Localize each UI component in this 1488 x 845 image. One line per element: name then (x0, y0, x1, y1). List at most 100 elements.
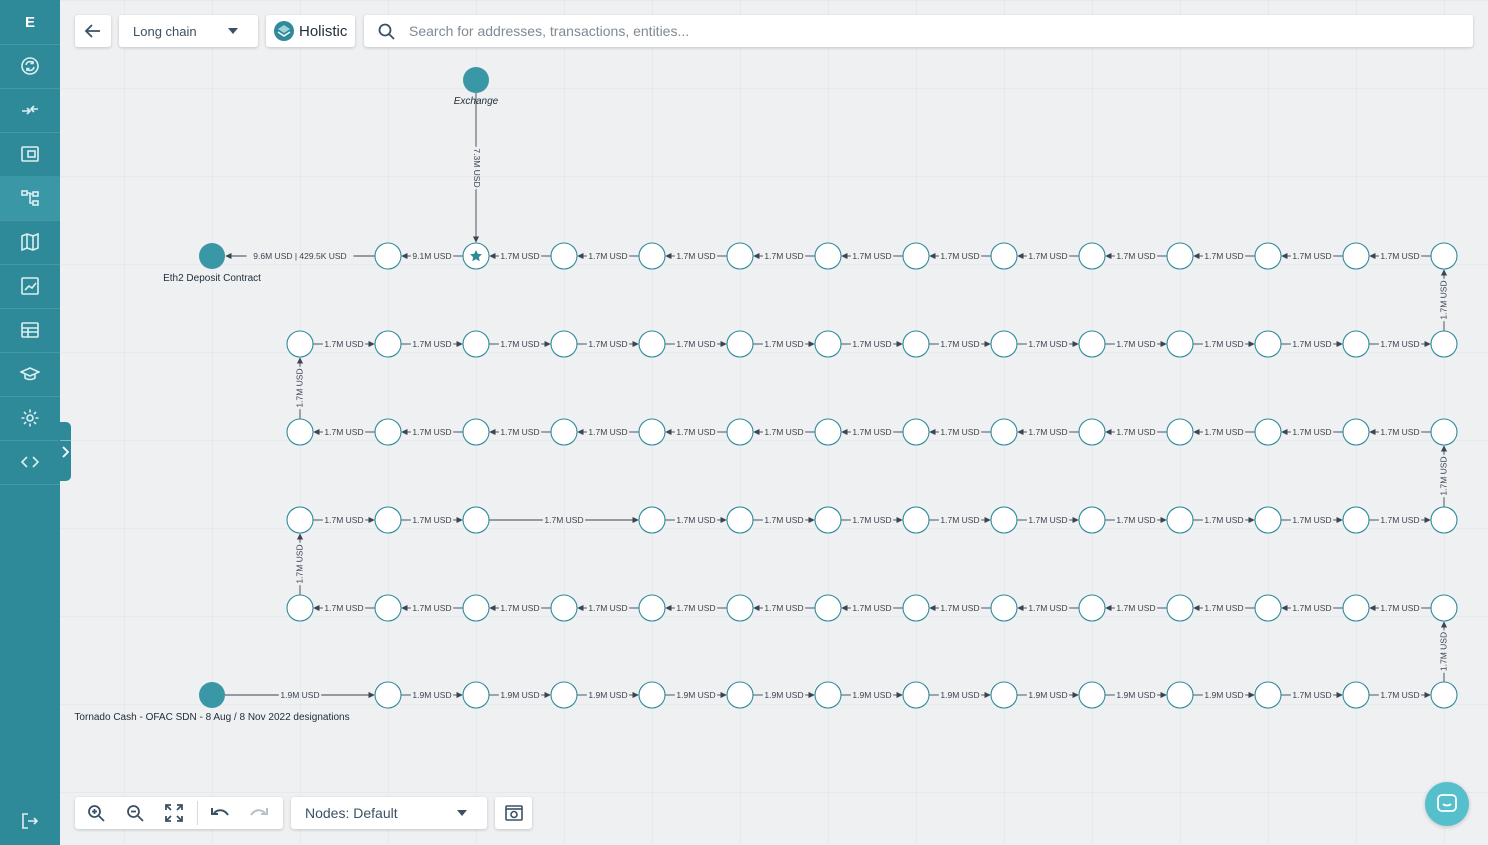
graph-node[interactable] (814, 594, 842, 622)
graph-node[interactable] (374, 506, 402, 534)
graph-node[interactable] (990, 330, 1018, 358)
graph-node[interactable] (638, 594, 666, 622)
sidebar-item-map[interactable] (0, 220, 60, 264)
graph-node[interactable] (814, 330, 842, 358)
graph-node[interactable] (1254, 506, 1282, 534)
graph-node[interactable] (1254, 242, 1282, 270)
graph-node[interactable] (1342, 681, 1370, 709)
graph-node[interactable] (726, 330, 754, 358)
zoom-out-button[interactable] (116, 797, 154, 829)
graph-node[interactable] (1166, 594, 1194, 622)
graph-node[interactable] (462, 506, 490, 534)
back-button[interactable] (75, 15, 111, 47)
graph-node[interactable] (286, 330, 314, 358)
graph-node[interactable] (1166, 242, 1194, 270)
graph-node[interactable] (1078, 506, 1106, 534)
graph-node[interactable] (902, 330, 930, 358)
graph-node[interactable] (638, 242, 666, 270)
graph-node[interactable] (1342, 330, 1370, 358)
graph-node[interactable] (814, 418, 842, 446)
graph-node[interactable] (1166, 330, 1194, 358)
graph-node[interactable] (462, 418, 490, 446)
graph-node[interactable] (990, 506, 1018, 534)
graph-node[interactable] (1430, 506, 1458, 534)
graph-node[interactable] (550, 242, 578, 270)
graph-node[interactable] (1430, 594, 1458, 622)
graph-node[interactable] (902, 506, 930, 534)
graph-node[interactable] (990, 418, 1018, 446)
graph-node[interactable] (902, 594, 930, 622)
eth2-deposit-node[interactable] (199, 243, 225, 269)
sidebar-item-academy[interactable] (0, 352, 60, 396)
graph-node[interactable] (550, 681, 578, 709)
graph-node[interactable] (1254, 681, 1282, 709)
graph-node[interactable] (638, 418, 666, 446)
chat-button[interactable] (1425, 782, 1469, 826)
app-logo[interactable]: E (0, 0, 60, 44)
tornado-cash-node[interactable] (199, 682, 225, 708)
graph-node[interactable] (726, 506, 754, 534)
graph-node[interactable] (1078, 330, 1106, 358)
graph-node[interactable] (374, 330, 402, 358)
graph-node[interactable] (374, 594, 402, 622)
graph-node[interactable] (814, 242, 842, 270)
graph-node[interactable] (638, 506, 666, 534)
graph-node[interactable] (462, 681, 490, 709)
graph-node[interactable] (1430, 681, 1458, 709)
graph-node[interactable] (1430, 242, 1458, 270)
zoom-in-button[interactable] (77, 797, 115, 829)
graph-node[interactable] (286, 594, 314, 622)
graph-node[interactable] (550, 330, 578, 358)
graph-node[interactable] (814, 506, 842, 534)
graph-node[interactable] (1166, 506, 1194, 534)
nodes-select[interactable]: Nodes: Default (291, 797, 487, 829)
graph-node[interactable] (726, 681, 754, 709)
graph-node[interactable] (1078, 242, 1106, 270)
graph-node[interactable] (726, 242, 754, 270)
graph-node[interactable] (902, 242, 930, 270)
fit-screen-button[interactable] (155, 797, 193, 829)
graph-node[interactable] (286, 418, 314, 446)
graph-node[interactable] (1430, 418, 1458, 446)
graph-node[interactable] (374, 681, 402, 709)
graph-node[interactable] (286, 506, 314, 534)
graph-node[interactable] (1078, 681, 1106, 709)
graph-node[interactable] (814, 681, 842, 709)
screenshot-button[interactable] (495, 797, 532, 829)
sidebar-item-transfers[interactable] (0, 88, 60, 132)
graph-node[interactable] (726, 594, 754, 622)
graph-node[interactable] (1342, 242, 1370, 270)
redo-button[interactable] (240, 797, 278, 829)
graph-node[interactable] (1078, 594, 1106, 622)
graph-node[interactable] (374, 242, 402, 270)
graph-node[interactable] (990, 594, 1018, 622)
graph-node[interactable] (1166, 681, 1194, 709)
graph-node[interactable] (462, 330, 490, 358)
graph-node[interactable] (1166, 418, 1194, 446)
sidebar-item-graph[interactable] (0, 176, 60, 220)
graph-canvas[interactable]: 9.6M USD | 429.5K USD 9.1M USD 1.7M USD 1.7… (60, 0, 1488, 845)
graph-node[interactable] (1430, 330, 1458, 358)
graph-node[interactable] (990, 681, 1018, 709)
graph-node[interactable] (902, 681, 930, 709)
graph-node[interactable] (638, 681, 666, 709)
sidebar-item-analytics[interactable] (0, 264, 60, 308)
graph-node[interactable] (990, 242, 1018, 270)
graph-node[interactable] (374, 418, 402, 446)
graph-node[interactable] (1254, 594, 1282, 622)
graph-node[interactable] (1342, 418, 1370, 446)
logout-button[interactable] (0, 799, 60, 843)
sidebar-item-developer[interactable] (0, 440, 60, 484)
graph-node[interactable] (638, 330, 666, 358)
search-input[interactable] (407, 22, 1451, 40)
undo-button[interactable] (201, 797, 239, 829)
sidebar-item-settings[interactable] (0, 396, 60, 440)
exchange-node[interactable] (463, 67, 489, 93)
graph-node[interactable] (1342, 594, 1370, 622)
holistic-button[interactable]: Holistic (266, 15, 355, 47)
graph-node[interactable] (462, 594, 490, 622)
graph-node[interactable] (1078, 418, 1106, 446)
mode-select[interactable]: Long chain (119, 15, 258, 47)
graph-node[interactable] (726, 418, 754, 446)
sidebar-item-transactions[interactable] (0, 44, 60, 88)
